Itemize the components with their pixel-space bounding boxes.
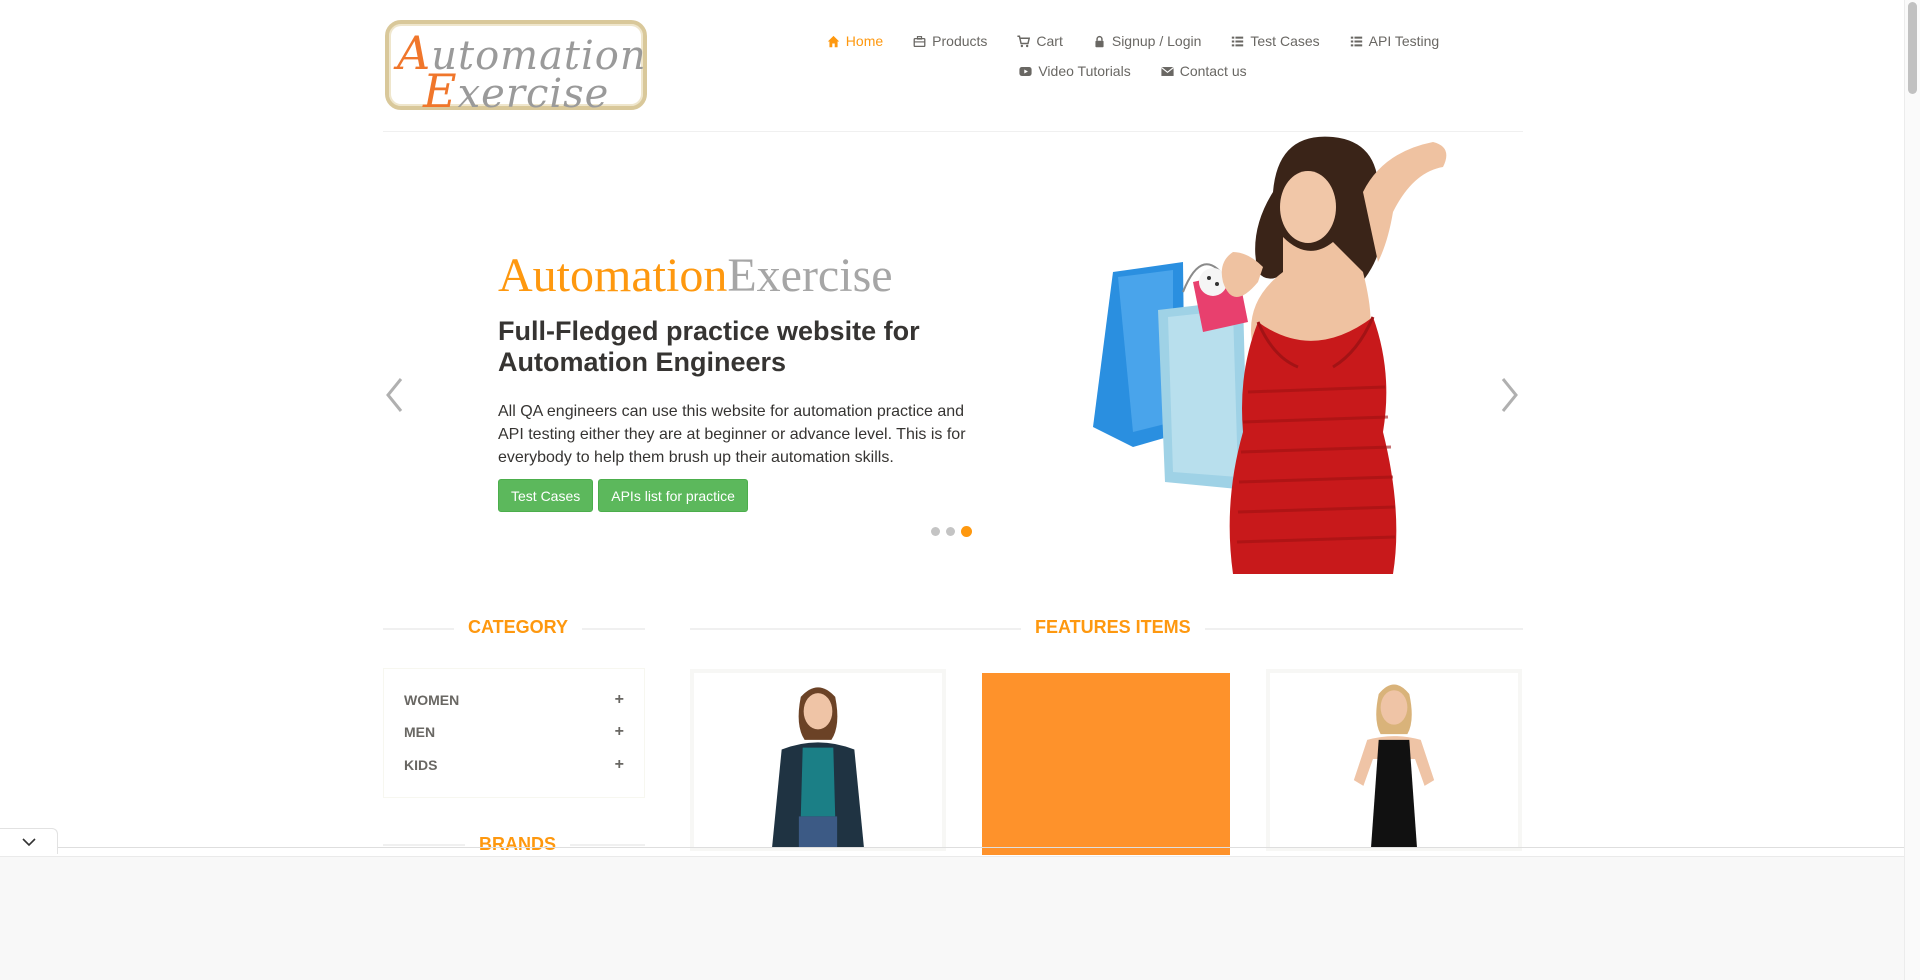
carousel-indicator-3[interactable]: [961, 526, 972, 537]
chevron-down-icon: [21, 837, 36, 846]
carousel-next-arrow[interactable]: [1499, 375, 1521, 415]
logo-line-2: Exercise: [423, 64, 610, 118]
nav-contact-us[interactable]: Contact us: [1160, 63, 1247, 79]
carousel-prev-arrow[interactable]: [383, 375, 405, 415]
features-title: FEATURES ITEMS: [1021, 617, 1205, 638]
plus-icon[interactable]: +: [615, 756, 624, 774]
product-card[interactable]: [690, 669, 946, 851]
category-women[interactable]: WOMEN +: [404, 691, 624, 709]
nav-api-testing[interactable]: API Testing: [1350, 33, 1440, 49]
briefcase-icon: [913, 35, 926, 47]
hero-carousel: AutomationExercise Full-Fledged practice…: [383, 132, 1523, 574]
nav-row-1: Home Products Cart Signup / Login Test C…: [763, 26, 1503, 56]
hero-model-image: [1093, 136, 1447, 574]
product-image: [772, 687, 864, 847]
collapse-panel-toggle[interactable]: [0, 828, 58, 854]
product-card[interactable]: [982, 673, 1230, 855]
chevron-left-icon: [386, 378, 403, 412]
site-logo[interactable]: Automation Exercise: [385, 20, 647, 118]
nav-test-cases[interactable]: Test Cases: [1231, 33, 1320, 49]
bottom-panel: [0, 856, 1904, 980]
category-kids-label: KIDS: [404, 757, 438, 773]
nav-test-cases-label: Test Cases: [1250, 33, 1320, 49]
list-icon: [1232, 36, 1244, 46]
nav-products[interactable]: Products: [913, 33, 987, 49]
plus-icon[interactable]: +: [615, 723, 624, 741]
scrollbar-thumb[interactable]: [1908, 2, 1917, 94]
brands-title: BRANDS: [465, 834, 571, 855]
main-nav: Home Products Cart Signup / Login Test C…: [763, 26, 1503, 86]
slide-headline: Full-Fledged practice website for Automa…: [498, 316, 920, 377]
site-header: Automation Exercise Home Products Cart S…: [383, 18, 1523, 132]
test-cases-button[interactable]: Test Cases: [498, 479, 594, 512]
product-card[interactable]: [1266, 669, 1522, 851]
home-icon: [827, 35, 839, 47]
category-kids[interactable]: KIDS +: [404, 756, 624, 774]
nav-signup-login-label: Signup / Login: [1111, 33, 1202, 49]
nav-video-tutorials[interactable]: Video Tutorials: [1019, 63, 1131, 79]
nav-cart-label: Cart: [1036, 33, 1063, 49]
nav-api-testing-label: API Testing: [1368, 33, 1440, 49]
slide-buttons: Test Cases APIs list for practice: [498, 479, 988, 512]
carousel-indicator-1[interactable]: [931, 527, 940, 536]
category-panel: WOMEN + MEN + KIDS +: [383, 668, 645, 798]
carousel-indicators: [931, 526, 972, 537]
nav-video-tutorials-label: Video Tutorials: [1038, 63, 1131, 79]
category-women-label: WOMEN: [404, 692, 460, 708]
nav-home-label: Home: [845, 33, 884, 49]
list-icon: [1350, 36, 1362, 46]
nav-products-label: Products: [932, 33, 988, 49]
nav-contact-us-label: Contact us: [1179, 63, 1247, 79]
slide-content: AutomationExercise Full-Fledged practice…: [498, 250, 988, 512]
youtube-icon: [1019, 66, 1032, 76]
chevron-right-icon: [1501, 378, 1518, 412]
slide-description: All QA engineers can use this website fo…: [498, 403, 966, 466]
panel-separator: [0, 847, 1904, 848]
carousel-indicator-2[interactable]: [946, 527, 955, 536]
nav-row-2: Video Tutorials Contact us: [763, 56, 1503, 86]
category-title: CATEGORY: [454, 617, 583, 638]
category-men[interactable]: MEN +: [404, 723, 624, 741]
cart-icon: [1017, 34, 1031, 47]
nav-home[interactable]: Home: [827, 33, 883, 49]
nav-signup-login[interactable]: Signup / Login: [1093, 33, 1202, 49]
lock-icon: [1095, 35, 1104, 47]
nav-cart[interactable]: Cart: [1017, 33, 1063, 49]
category-men-label: MEN: [404, 724, 436, 740]
product-image: [1353, 684, 1435, 847]
apis-list-button[interactable]: APIs list for practice: [598, 479, 748, 512]
envelope-icon: [1160, 66, 1174, 76]
slide-brand-title: AutomationExercise: [498, 249, 893, 302]
page-scrollbar[interactable]: [1904, 0, 1920, 980]
plus-icon[interactable]: +: [615, 691, 624, 709]
